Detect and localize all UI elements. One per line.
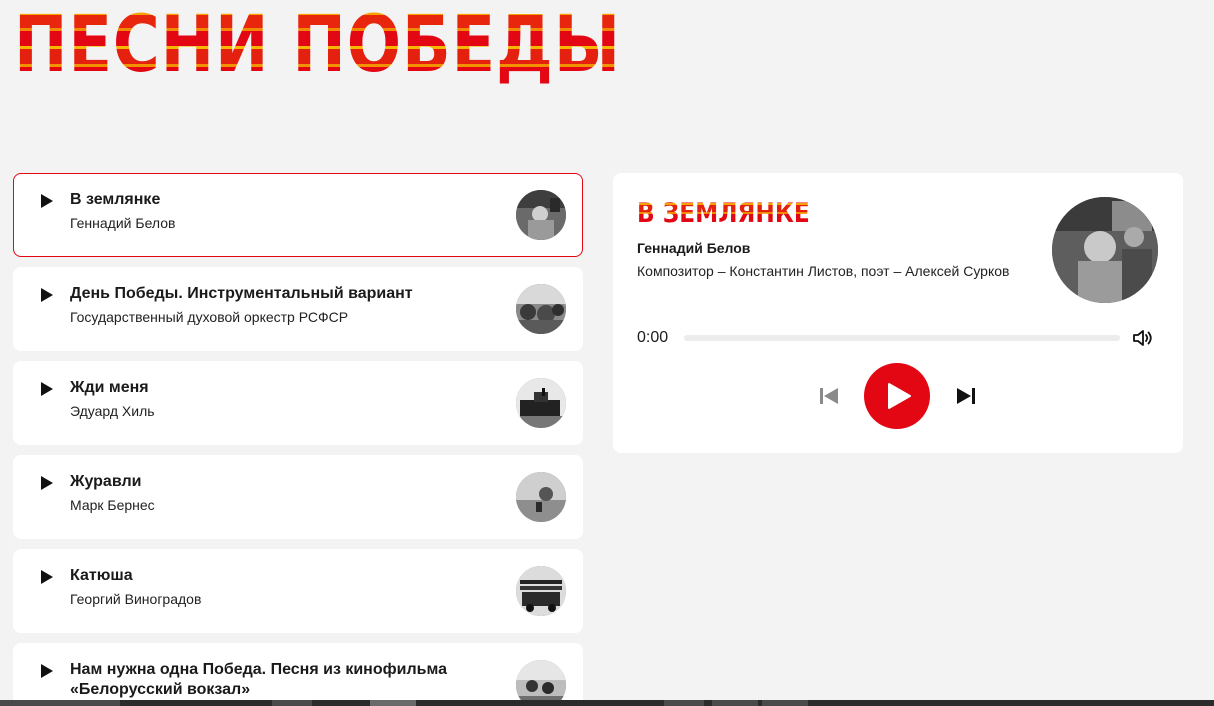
track-artist: Эдуард Хиль [70,403,155,419]
track-artist: Государственный духовой оркестр РСФСР [70,309,349,325]
track-thumbnail [516,378,566,428]
track-thumbnail [516,190,566,240]
track-thumbnail [516,472,566,522]
track-thumbnail [516,284,566,334]
play-button[interactable] [864,363,930,429]
play-icon[interactable] [40,288,54,302]
track-item-v-zemlyanke[interactable]: В землянке Геннадий Белов [13,173,583,257]
player-description: Композитор – Константин Листов, поэт – А… [637,263,1010,279]
track-title: Журавли [70,473,142,490]
track-title: Нам нужна одна Победа. Песня из кинофиль… [70,661,447,698]
volume-icon[interactable] [1132,327,1154,349]
page-title: ПЕСНИ ПОБЕДЫ [14,0,621,90]
track-title: Жди меня [70,379,149,396]
track-title: День Победы. Инструментальный вариант [70,285,413,302]
track-list: В землянке Геннадий Белов День Победы. И… [13,173,583,706]
player-cover-image [1052,197,1158,303]
player-artist: Геннадий Белов [637,240,751,256]
track-thumbnail [516,566,566,616]
play-icon[interactable] [40,570,54,584]
play-icon[interactable] [40,382,54,396]
track-item-katyusha[interactable]: Катюша Георгий Виноградов [13,549,583,633]
skip-previous-icon[interactable] [818,385,840,407]
track-artist: Георгий Виноградов [70,591,202,607]
audio-player: В ЗЕМЛЯНКЕ Геннадий Белов Композитор – К… [613,173,1183,453]
track-item-den-pobedy[interactable]: День Победы. Инструментальный вариант Го… [13,267,583,351]
play-icon[interactable] [40,194,54,208]
play-icon[interactable] [40,476,54,490]
time-elapsed: 0:00 [637,329,669,346]
play-icon[interactable] [40,664,54,678]
track-item-zhuravli[interactable]: Журавли Марк Бернес [13,455,583,539]
skip-next-icon[interactable] [955,385,977,407]
play-icon [888,383,911,409]
track-item-nam-nuzhna-odna-pobeda[interactable]: Нам нужна одна Победа. Песня из кинофиль… [13,643,583,706]
track-artist: Геннадий Белов [70,215,176,231]
track-title: В землянке [70,191,161,208]
progress-bar[interactable] [684,335,1120,341]
player-track-title: В ЗЕМЛЯНКЕ [637,198,810,229]
track-title: Катюша [70,567,133,584]
taskbar [0,700,1214,706]
track-item-zhdi-menya[interactable]: Жди меня Эдуард Хиль [13,361,583,445]
track-artist: Марк Бернес [70,497,155,513]
